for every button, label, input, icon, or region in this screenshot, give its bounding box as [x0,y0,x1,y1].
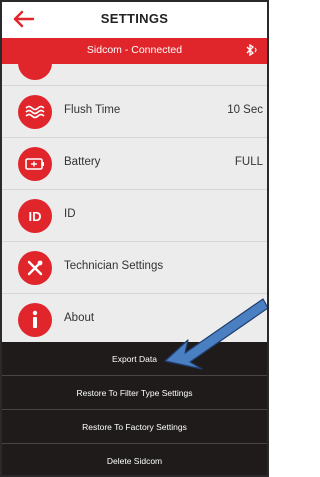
info-icon [18,303,52,337]
flush-time-value: 10 Sec [227,104,263,116]
list-item-about[interactable]: About [2,294,267,346]
waves-icon [18,95,52,129]
delete-sidcom-button[interactable]: Delete Sidcom [2,444,267,475]
settings-list: Flush Time 10 Sec Battery FULL ID ID Tec… [2,46,267,346]
id-label: ID [64,208,76,220]
technician-settings-label: Technician Settings [64,260,164,272]
list-item-flush-time[interactable]: Flush Time 10 Sec [2,86,267,138]
id-icon: ID [18,199,52,233]
phone-frame: SETTINGS Sidcom - Connected Flush Time 1 [0,0,269,477]
export-data-button[interactable]: Export Data [2,342,267,376]
id-icon-text: ID [28,208,42,224]
top-bar: SETTINGS [2,2,267,38]
list-item-technician-settings[interactable]: Technician Settings [2,242,267,294]
battery-value: FULL [234,156,263,168]
list-item-id[interactable]: ID ID [2,190,267,242]
about-label: About [64,312,95,324]
partial-icon [18,46,52,80]
battery-label: Battery [64,156,101,168]
action-sheet: Export Data Restore To Filter Type Setti… [2,342,267,475]
restore-filter-type-button[interactable]: Restore To Filter Type Settings [2,376,267,410]
restore-factory-button[interactable]: Restore To Factory Settings [2,410,267,444]
bluetooth-icon [245,43,259,59]
list-item-battery[interactable]: Battery FULL [2,138,267,190]
page-title: SETTINGS [100,11,169,26]
battery-icon [18,147,52,181]
list-item-partial[interactable] [2,46,267,86]
tools-icon [18,251,52,285]
flush-time-label: Flush Time [64,104,121,116]
